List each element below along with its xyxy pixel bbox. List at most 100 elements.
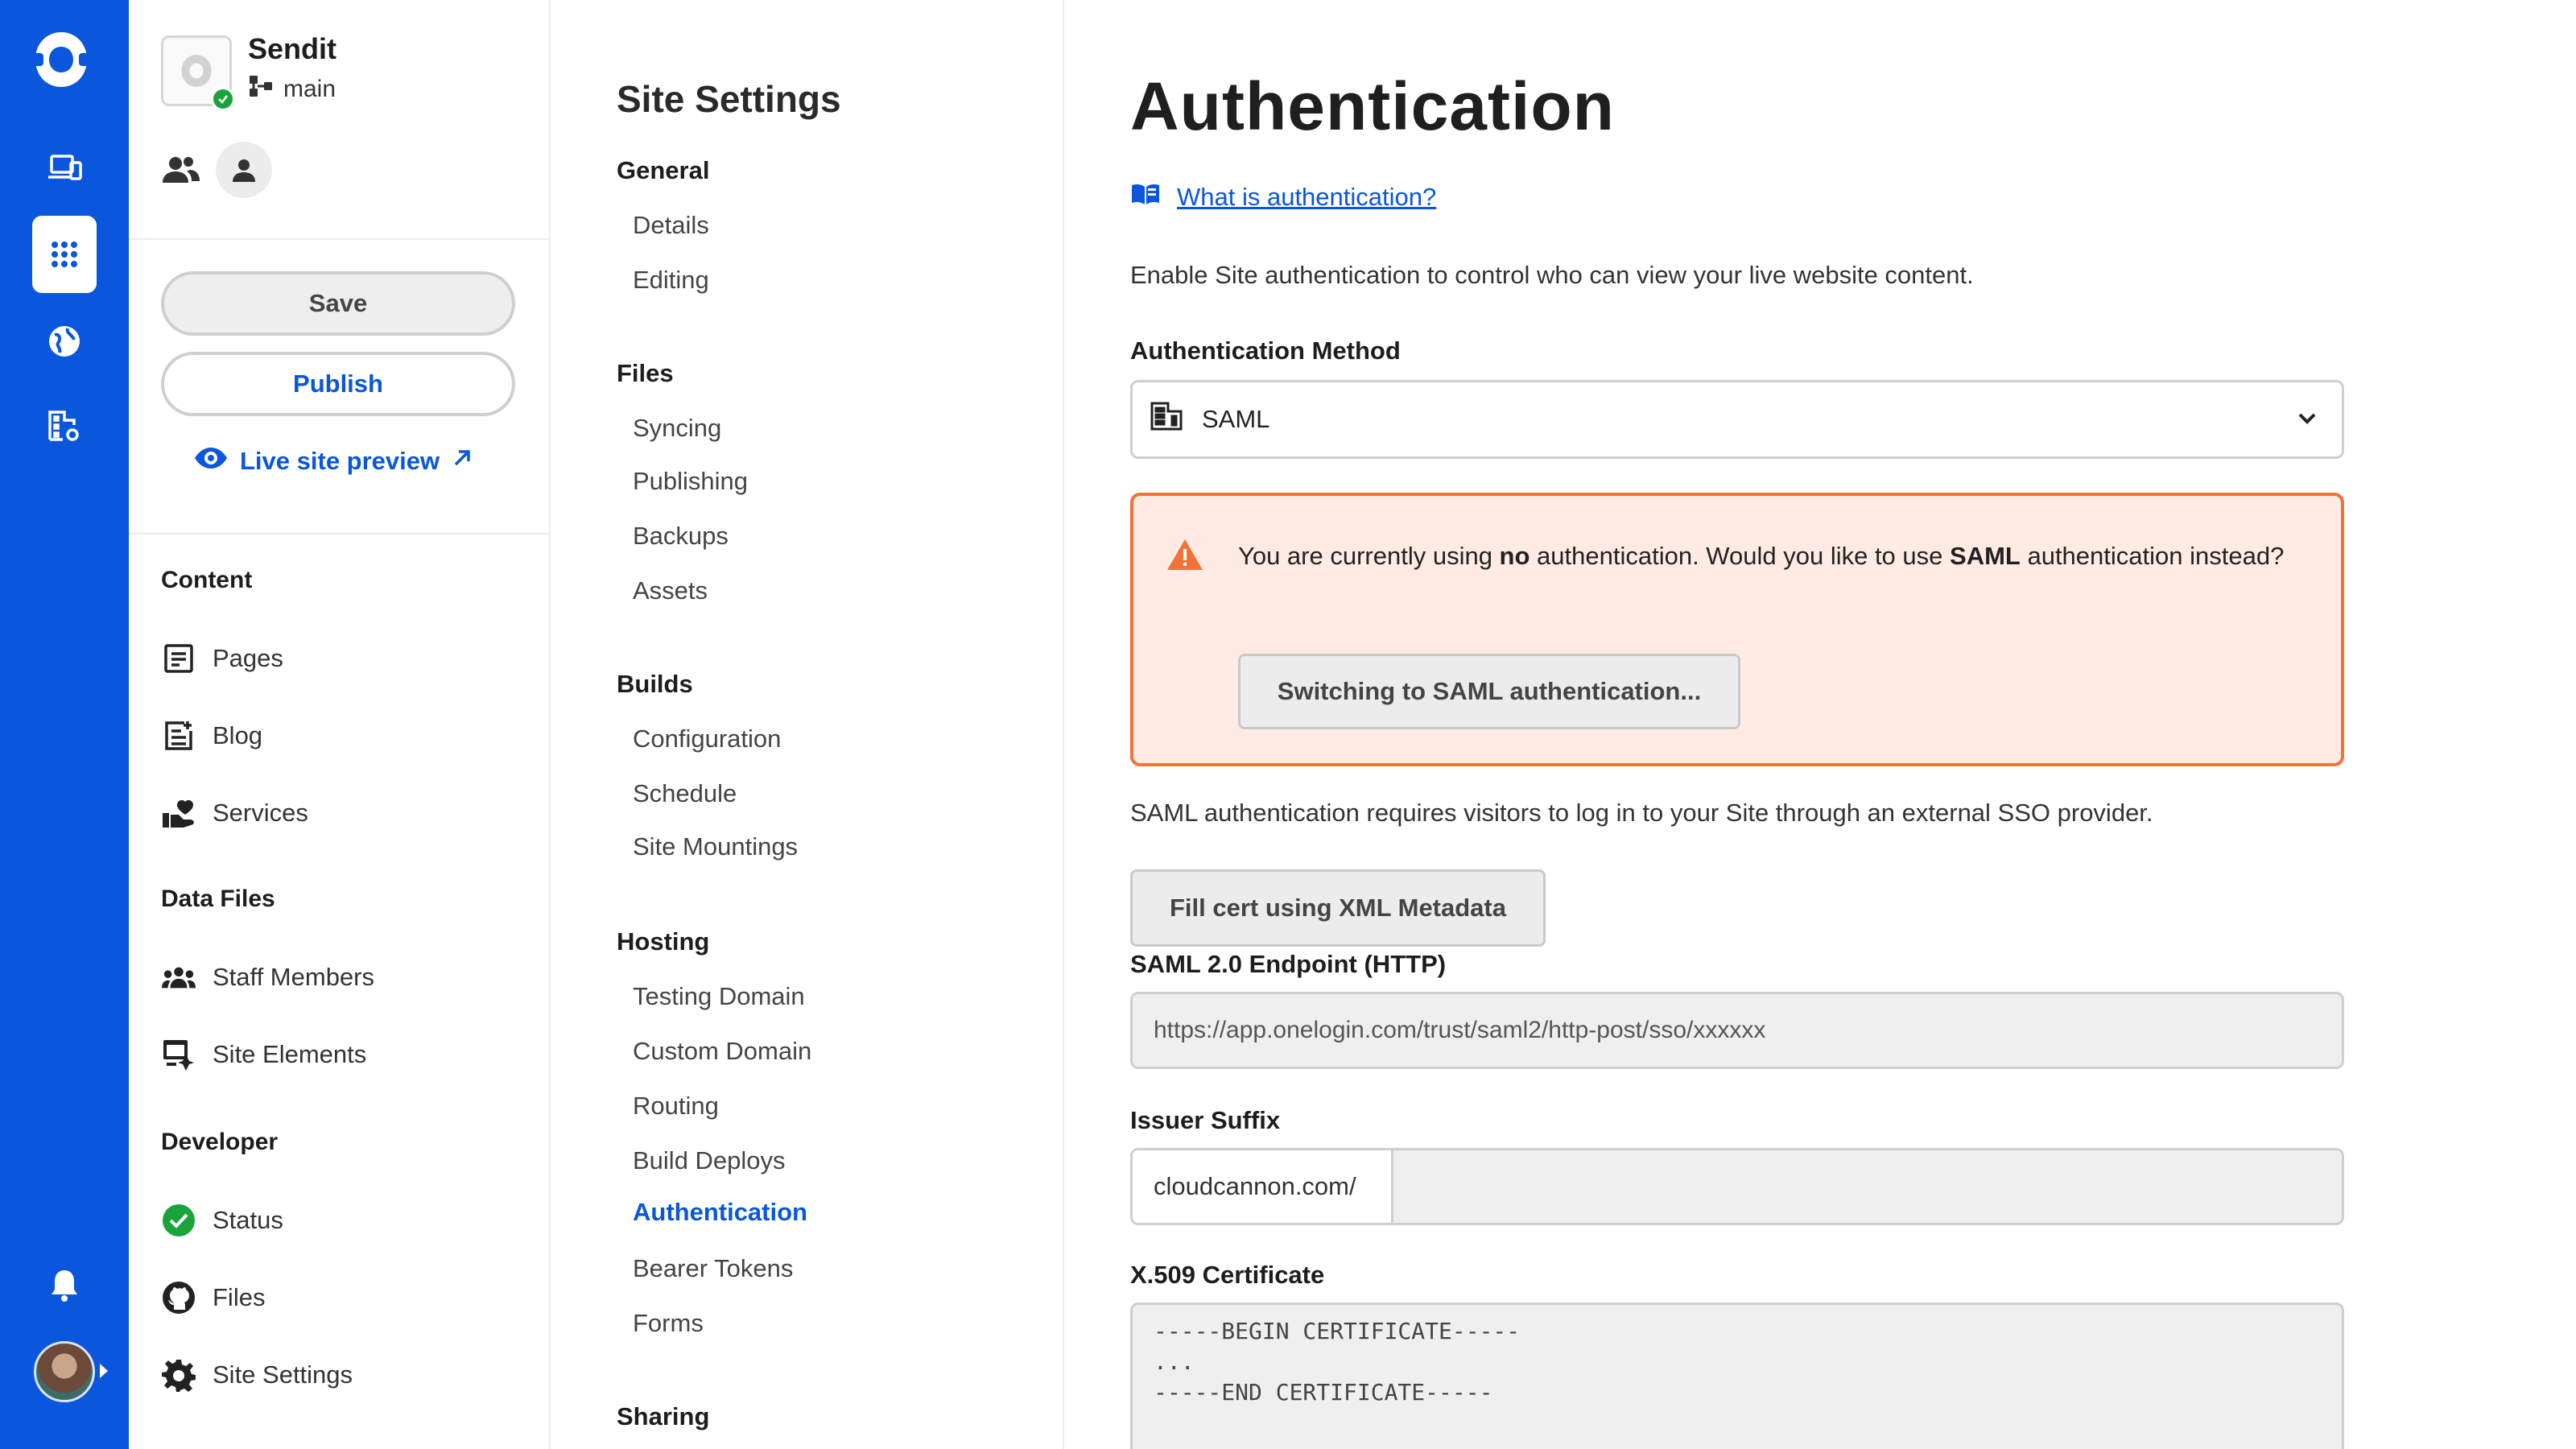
saml-description: SAML authentication requires visitors to… bbox=[1130, 799, 2153, 827]
warning-triangle-icon bbox=[1166, 538, 1204, 576]
settings-title: Site Settings bbox=[617, 78, 841, 120]
live-site-preview-label: Live site preview bbox=[240, 447, 440, 475]
site-header: Sendit main bbox=[161, 32, 515, 209]
authentication-method-label: Authentication Method bbox=[1130, 336, 1401, 365]
notifications-button[interactable] bbox=[32, 1253, 97, 1317]
nav-section-content: Content bbox=[161, 567, 253, 593]
rail-devices-button[interactable] bbox=[32, 135, 97, 200]
what-is-authentication-link[interactable]: What is authentication? bbox=[1130, 182, 1436, 213]
nav-item-site-settings[interactable]: Site Settings bbox=[161, 1357, 353, 1393]
nav-item-staff-members[interactable]: Staff Members bbox=[161, 960, 374, 995]
x509-certificate-label: X.509 Certificate bbox=[1130, 1261, 1325, 1289]
saml-endpoint-input[interactable]: https://app.onelogin.com/trust/saml2/htt… bbox=[1130, 992, 2344, 1069]
settings-group-general: General bbox=[617, 156, 710, 184]
nav-item-label: Site Elements bbox=[213, 1040, 367, 1068]
nav-section-data-files: Data Files bbox=[161, 886, 275, 912]
settings-group-files: Files bbox=[617, 359, 674, 387]
divider bbox=[129, 533, 551, 535]
saml-endpoint-label: SAML 2.0 Endpoint (HTTP) bbox=[1130, 950, 1447, 978]
authentication-method-value: SAML bbox=[1202, 405, 1270, 433]
issuer-suffix-label: Issuer Suffix bbox=[1130, 1106, 1281, 1134]
branch-icon bbox=[248, 74, 275, 105]
user-icon[interactable] bbox=[216, 142, 272, 198]
settings-item-authentication[interactable]: Authentication bbox=[633, 1198, 807, 1227]
settings-item-schedule[interactable]: Schedule bbox=[633, 779, 737, 808]
branch-name: main bbox=[283, 76, 336, 102]
settings-item-bearer-tokens[interactable]: Bearer Tokens bbox=[633, 1254, 793, 1283]
warning-message: You are currently using no authenticatio… bbox=[1238, 542, 2285, 570]
nav-item-services[interactable]: Services bbox=[161, 795, 308, 831]
github-icon bbox=[161, 1280, 196, 1315]
nav-item-label: Files bbox=[213, 1283, 266, 1311]
settings-item-build-deploys[interactable]: Build Deploys bbox=[633, 1146, 786, 1175]
nav-item-pages[interactable]: Pages bbox=[161, 641, 283, 676]
nav-item-label: Blog bbox=[213, 721, 263, 749]
rail-org-settings-button[interactable] bbox=[32, 393, 97, 457]
help-link-text: What is authentication? bbox=[1177, 183, 1437, 211]
building-icon bbox=[1150, 402, 1183, 437]
fill-cert-xml-metadata-button[interactable]: Fill cert using XML Metadata bbox=[1130, 869, 1546, 947]
settings-item-publishing[interactable]: Publishing bbox=[633, 467, 748, 496]
settings-item-syncing[interactable]: Syncing bbox=[633, 414, 721, 443]
nav-item-label: Site Settings bbox=[213, 1360, 353, 1389]
settings-item-forms[interactable]: Forms bbox=[633, 1309, 704, 1338]
settings-item-backups[interactable]: Backups bbox=[633, 522, 729, 551]
site-logo-icon bbox=[181, 55, 212, 87]
site-people-row bbox=[161, 142, 272, 198]
nav-section-developer: Developer bbox=[161, 1129, 279, 1155]
nav-item-blog[interactable]: Blog bbox=[161, 718, 262, 753]
external-arrow-icon bbox=[451, 447, 473, 476]
no-authentication-warning: You are currently using no authenticatio… bbox=[1130, 493, 2344, 766]
nav-item-files[interactable]: Files bbox=[161, 1280, 265, 1315]
nav-item-label: Services bbox=[213, 799, 308, 827]
settings-group-builds: Builds bbox=[617, 670, 693, 698]
gear-icon bbox=[161, 1357, 196, 1393]
live-site-preview-link[interactable]: Live site preview bbox=[193, 446, 473, 477]
nav-item-status[interactable]: Status bbox=[161, 1203, 283, 1238]
group-icon bbox=[161, 960, 196, 995]
saml-endpoint-placeholder: https://app.onelogin.com/trust/saml2/htt… bbox=[1154, 1017, 1766, 1043]
caret-right-icon[interactable] bbox=[100, 1364, 108, 1378]
devices-icon bbox=[47, 150, 82, 185]
site-branch[interactable]: main bbox=[248, 74, 336, 105]
bell-icon bbox=[48, 1267, 80, 1302]
site-elements-icon bbox=[161, 1037, 196, 1072]
authentication-panel: Authentication What is authentication? E… bbox=[1066, 0, 2576, 1449]
settings-item-custom-domain[interactable]: Custom Domain bbox=[633, 1037, 811, 1066]
grid-apps-icon bbox=[48, 238, 80, 270]
organization-settings-icon bbox=[47, 407, 82, 443]
warning-bold-saml: SAML bbox=[1950, 542, 2021, 570]
team-icon[interactable] bbox=[161, 150, 201, 190]
services-icon bbox=[161, 795, 196, 831]
divider bbox=[129, 238, 551, 240]
authentication-method-select[interactable]: SAML bbox=[1130, 380, 2344, 459]
settings-item-details[interactable]: Details bbox=[633, 211, 709, 240]
settings-group-sharing: Sharing bbox=[617, 1402, 710, 1430]
settings-item-assets[interactable]: Assets bbox=[633, 576, 708, 605]
issuer-suffix-input[interactable] bbox=[1393, 1150, 2342, 1223]
settings-group-hosting: Hosting bbox=[617, 927, 710, 956]
nav-item-site-elements[interactable]: Site Elements bbox=[161, 1037, 366, 1072]
nav-item-label: Staff Members bbox=[213, 963, 375, 991]
x509-certificate-textarea[interactable]: -----BEGIN CERTIFICATE----- ... -----END… bbox=[1130, 1302, 2344, 1449]
switch-to-saml-button[interactable]: Switching to SAML authentication... bbox=[1238, 654, 1740, 729]
issuer-suffix-field: cloudcannon.com/ bbox=[1130, 1148, 2344, 1225]
save-button[interactable]: Save bbox=[161, 271, 515, 336]
avatar[interactable] bbox=[34, 1341, 95, 1402]
chevron-down-icon bbox=[2295, 407, 2319, 437]
settings-item-site-mountings[interactable]: Site Mountings bbox=[633, 832, 798, 861]
cloudcannon-logo-icon[interactable] bbox=[29, 29, 93, 90]
site-name[interactable]: Sendit bbox=[248, 32, 336, 66]
warning-bold-no: no bbox=[1499, 542, 1530, 570]
issuer-prefix: cloudcannon.com/ bbox=[1133, 1150, 1393, 1223]
settings-item-testing-domain[interactable]: Testing Domain bbox=[633, 982, 805, 1011]
publish-button[interactable]: Publish bbox=[161, 352, 515, 416]
eye-icon bbox=[193, 446, 229, 477]
settings-item-editing[interactable]: Editing bbox=[633, 266, 709, 295]
settings-item-configuration[interactable]: Configuration bbox=[633, 724, 781, 753]
rail-sites-button[interactable] bbox=[32, 216, 97, 293]
settings-item-routing[interactable]: Routing bbox=[633, 1092, 719, 1121]
page-title: Authentication bbox=[1130, 68, 1615, 144]
status-check-icon bbox=[161, 1203, 196, 1238]
rail-domains-button[interactable] bbox=[32, 309, 97, 374]
